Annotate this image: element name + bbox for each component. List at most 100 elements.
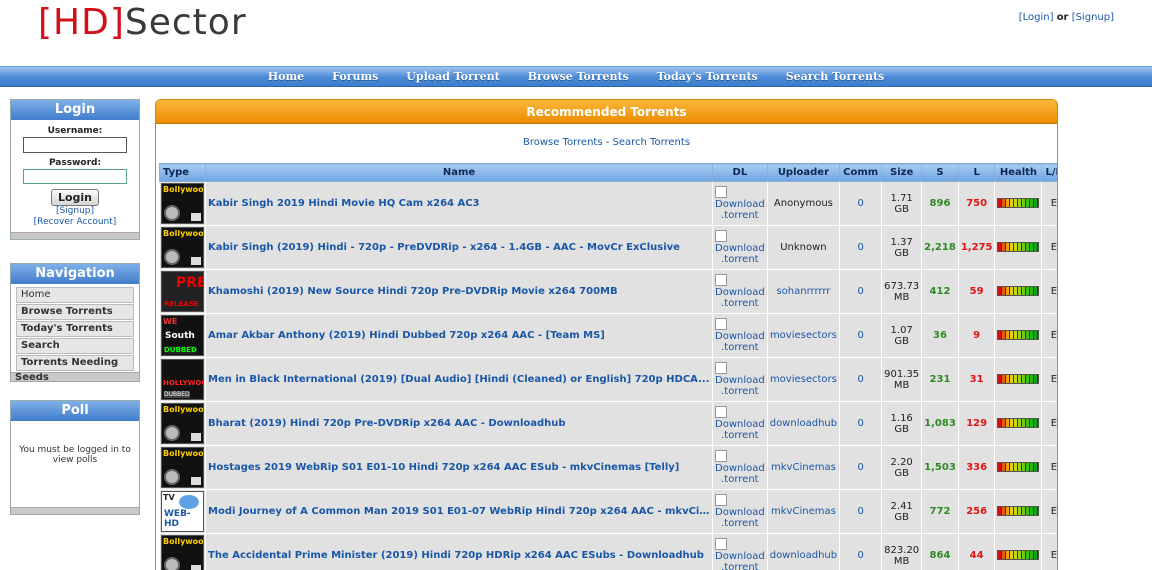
torrent-name-link[interactable]: The Accidental Prime Minister (2019) Hin… (205, 533, 713, 570)
torrent-name-link[interactable]: Khamoshi (2019) New Source Hindi 720p Pr… (205, 269, 713, 314)
comments-count[interactable]: 0 (839, 313, 883, 358)
leechers-count: 336 (957, 445, 996, 490)
side-nav-item[interactable]: Search (16, 338, 134, 354)
leechers-count: 59 (957, 269, 996, 314)
username-input[interactable] (23, 137, 127, 153)
download-torrent-link[interactable]: Download .torrent (712, 533, 768, 570)
column-header[interactable]: Uploader (766, 163, 841, 182)
torrent-name-link[interactable]: Kabir Singh 2019 Hindi Movie HQ Cam x264… (205, 181, 713, 226)
login-button[interactable]: Login (50, 189, 100, 206)
broken-image-icon (715, 450, 727, 462)
search-torrents-link[interactable]: Search Torrents (613, 137, 691, 148)
side-nav-item[interactable]: Home (16, 287, 134, 303)
column-header[interactable]: Size (881, 163, 923, 182)
comments-count[interactable]: 0 (839, 225, 883, 270)
column-header[interactable]: Name (205, 163, 713, 182)
comments-count[interactable]: 0 (839, 181, 883, 226)
category-label: WE (163, 317, 178, 326)
download-torrent-link[interactable]: Download .torrent (712, 313, 768, 358)
type-cell[interactable]: HOLLYWOOD DUBBED (159, 357, 206, 402)
category-icon[interactable]: TV WEB-HD (161, 491, 204, 532)
category-icon[interactable]: Bollywood (161, 403, 204, 444)
type-cell[interactable]: Bollywood (159, 401, 206, 446)
header-signup-link[interactable]: [Signup] (1072, 12, 1114, 23)
browse-torrents-link[interactable]: Browse Torrents (523, 137, 603, 148)
category-icon[interactable]: PRE RELEASE (161, 271, 204, 312)
torrent-name-link[interactable]: Bharat (2019) Hindi 720p Pre-DVDRip x264… (205, 401, 713, 446)
column-header[interactable]: Comm (839, 163, 883, 182)
password-input[interactable] (23, 169, 127, 184)
type-cell[interactable]: PRE RELEASE (159, 269, 206, 314)
column-header[interactable]: L (957, 163, 996, 182)
comments-count[interactable]: 0 (839, 357, 883, 402)
download-torrent-link[interactable]: Download .torrent (712, 181, 768, 226)
nav-search-torrents[interactable]: Search Torrents (772, 67, 899, 86)
uploader-cell[interactable]: downloadhub (766, 401, 841, 446)
nav-today-s-torrents[interactable]: Today's Torrents (643, 67, 772, 86)
comments-count[interactable]: 0 (839, 533, 883, 570)
category-icon[interactable]: HOLLYWOOD DUBBED (161, 359, 204, 400)
download-torrent-link[interactable]: Download .torrent (712, 401, 768, 446)
column-header[interactable]: Health (994, 163, 1043, 182)
torrent-name-link[interactable]: Men in Black International (2019) [Dual … (205, 357, 713, 402)
torrent-name-link[interactable]: Hostages 2019 WebRip S01 E01-10 Hindi 72… (205, 445, 713, 490)
torrent-name-link[interactable]: Modi Journey of A Common Man 2019 S01 E0… (205, 489, 713, 534)
comments-count[interactable]: 0 (839, 269, 883, 314)
health-segment (1034, 198, 1039, 207)
download-torrent-link[interactable]: Download .torrent (712, 357, 768, 402)
uploader-cell[interactable]: downloadhub (766, 533, 841, 570)
side-nav-item[interactable]: Browse Torrents (16, 304, 134, 320)
uploader-cell[interactable]: mkvCinemas (766, 445, 841, 490)
site-logo[interactable]: [HD]Sector (38, 2, 247, 43)
screen-icon (191, 213, 201, 221)
category-label: TV (163, 493, 175, 502)
type-cell[interactable]: WE South DUBBED (159, 313, 206, 358)
nav-home[interactable]: Home (254, 67, 318, 86)
type-cell[interactable]: Bollywood (159, 225, 206, 270)
torrent-name-link[interactable]: Amar Akbar Anthony (2019) Hindi Dubbed 7… (205, 313, 713, 358)
main-nav-bar: Home Forums Upload Torrent Browse Torrents T… (0, 66, 1152, 87)
category-icon[interactable]: Bollywood (161, 227, 204, 268)
comments-count[interactable]: 0 (839, 401, 883, 446)
table-header-row: TypeNameDLUploaderCommSizeSLHealthL/E (159, 163, 1057, 182)
side-nav-item[interactable]: Torrents Needing (16, 355, 134, 371)
download-torrent-link[interactable]: Download .torrent (712, 445, 768, 490)
recover-account-link[interactable]: [Recover Account] (17, 217, 133, 228)
header-login-link[interactable]: [Login] (1019, 12, 1054, 23)
category-icon[interactable]: Bollywood (161, 535, 204, 570)
category-label: Bollywood (163, 449, 204, 458)
type-cell[interactable]: Bollywood (159, 533, 206, 570)
health-segment (1034, 242, 1039, 251)
uploader-cell[interactable]: moviesectors (766, 357, 841, 402)
column-header[interactable]: Type (159, 163, 206, 182)
uploader-cell[interactable]: mkvCinemas (766, 489, 841, 534)
le-cell: E (1041, 357, 1057, 402)
seeders-count: 1,503 (921, 445, 959, 490)
uploader-cell[interactable]: sohanrrrrrr (766, 269, 841, 314)
category-icon[interactable]: Bollywood (161, 183, 204, 224)
nav-browse-torrents[interactable]: Browse Torrents (514, 67, 643, 86)
nav-upload-torrent[interactable]: Upload Torrent (392, 67, 513, 86)
side-nav-item[interactable]: Today's Torrents (16, 321, 134, 337)
health-segment (1034, 286, 1039, 295)
signup-link[interactable]: [Signup] (17, 206, 133, 217)
download-torrent-link[interactable]: Download .torrent (712, 269, 768, 314)
column-header[interactable]: L/E (1041, 163, 1057, 182)
uploader-cell[interactable]: moviesectors (766, 313, 841, 358)
health-segment (1034, 418, 1039, 427)
comments-count[interactable]: 0 (839, 445, 883, 490)
type-cell[interactable]: Bollywood (159, 445, 206, 490)
type-cell[interactable]: TV WEB-HD (159, 489, 206, 534)
column-header[interactable]: S (921, 163, 959, 182)
column-header[interactable]: DL (712, 163, 768, 182)
health-bar (997, 461, 1040, 472)
table-row: BollywoodKabir Singh 2019 Hindi Movie HQ… (159, 181, 1057, 226)
category-icon[interactable]: Bollywood (161, 447, 204, 488)
comments-count[interactable]: 0 (839, 489, 883, 534)
torrent-name-link[interactable]: Kabir Singh (2019) Hindi - 720p - PreDVD… (205, 225, 713, 270)
category-icon[interactable]: WE South DUBBED (161, 315, 204, 356)
download-torrent-link[interactable]: Download .torrent (712, 225, 768, 270)
download-torrent-link[interactable]: Download .torrent (712, 489, 768, 534)
type-cell[interactable]: Bollywood (159, 181, 206, 226)
nav-forums[interactable]: Forums (318, 67, 392, 86)
